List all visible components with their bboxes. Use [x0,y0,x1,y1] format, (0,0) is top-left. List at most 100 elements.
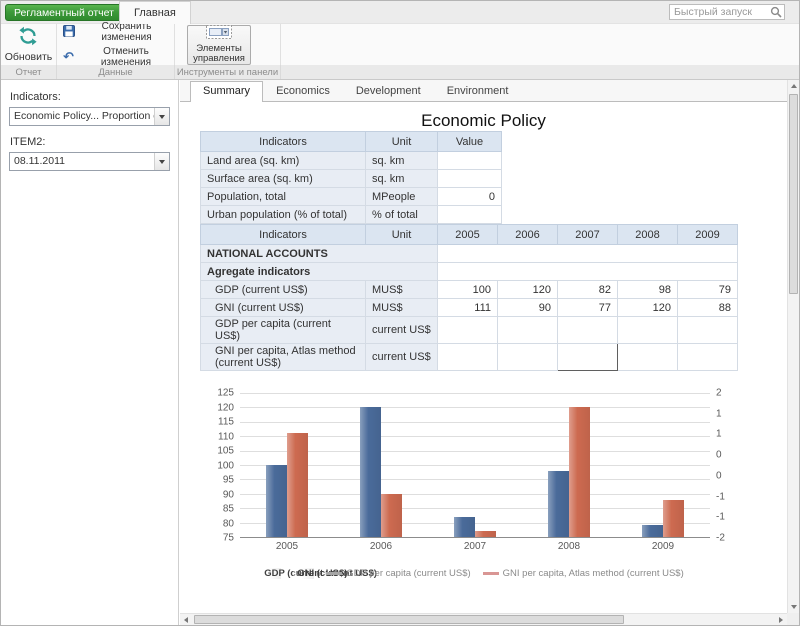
item2-dropdown[interactable]: 08.11.2011 [9,152,170,171]
table-row: Population, totalMPeople0 [201,188,502,206]
year-value-cell[interactable]: 120 [618,299,678,317]
column-header: 2005 [438,225,498,245]
chart-left-axis: 1251201151101051009590858075 [210,393,240,538]
year-value-cell[interactable]: 98 [618,281,678,299]
axis-tick-label: 125 [217,388,234,399]
indicators-dropdown-value: Economic Policy... Proportion of s... (1 [10,108,154,125]
bar [475,531,496,537]
tab-development[interactable]: Development [343,81,434,101]
indicators-dropdown-button[interactable] [154,108,169,125]
year-value-cell[interactable] [558,344,618,371]
axis-tick-label: -2 [716,533,725,544]
axis-tick-label: -1 [716,512,725,523]
scroll-right-button[interactable] [775,614,787,625]
chevron-down-icon [159,160,165,167]
axis-tick-label: 90 [223,489,234,500]
bar [548,471,569,537]
horizontal-scrollbar-thumb[interactable] [194,615,624,624]
table-row: GDP per capita (current US$)current US$ [201,317,738,344]
year-value-cell[interactable]: 82 [558,281,618,299]
report-menu-label: Регламентный отчет [14,7,114,19]
axis-tick-label: 0 [716,470,722,481]
axis-tick-label: 100 [217,460,234,471]
column-header: 2008 [618,225,678,245]
year-value-cell[interactable]: 120 [498,281,558,299]
bar [663,500,684,537]
year-value-cell[interactable]: 77 [558,299,618,317]
year-value-cell[interactable]: 100 [438,281,498,299]
header-row: IndicatorsUnitValue [201,132,502,152]
tab-summary[interactable]: Summary [190,81,263,102]
value-cell[interactable] [438,206,502,224]
bar [381,494,402,537]
search-input[interactable] [670,6,768,18]
vertical-scrollbar[interactable] [787,80,799,613]
column-header: 2006 [498,225,558,245]
axis-tick-label: 120 [217,402,234,413]
bar [454,517,475,537]
triangle-right-icon [779,617,786,623]
report-menu-button[interactable]: Регламентный отчет [5,4,135,21]
column-header: Indicators [201,132,366,152]
value-cell[interactable] [438,170,502,188]
legend-item: GNI per capita, Atlas method (current US… [483,568,684,579]
indicators-label: Indicators: [10,91,170,103]
table-row: GDP (current US$)MUS$100120829879 [201,281,738,299]
report-body: Economic Policy IndicatorsUnitValueLand … [180,102,787,613]
year-value-cell[interactable] [438,317,498,344]
tab-economics[interactable]: Economics [263,81,343,101]
axis-tick-label: 115 [218,417,234,428]
vertical-scrollbar-thumb[interactable] [789,94,798,294]
ribbon-tab-home[interactable]: Главная [119,1,191,24]
app-window: Регламентный отчет Главная [0,0,800,626]
controls-button[interactable]: Элементы управления [187,25,251,65]
legend-item: GDP (current US$) [260,568,281,579]
save-changes-button[interactable]: Сохранить изменения [63,21,174,43]
year-value-cell[interactable] [678,344,738,371]
indicators-dropdown[interactable]: Economic Policy... Proportion of s... (1 [9,107,170,126]
scroll-left-button[interactable] [180,614,192,625]
year-value-cell[interactable] [678,317,738,344]
scroll-up-button[interactable] [788,80,799,92]
year-value-cell[interactable]: 90 [498,299,558,317]
legend-line-icon [483,572,499,575]
ribbon-group-labels: Отчет Данные Инструменты и панели [1,65,799,80]
item2-dropdown-button[interactable] [154,153,169,170]
column-header: Indicators [201,225,366,245]
controls-icon [206,25,232,42]
item2-dropdown-value: 08.11.2011 [10,153,154,170]
save-changes-label: Сохранить изменения [79,21,174,43]
year-value-cell[interactable] [498,344,558,371]
page-title: Economic Policy [180,111,787,131]
bar [266,465,287,537]
horizontal-scrollbar[interactable] [180,613,787,625]
year-value-cell[interactable]: 111 [438,299,498,317]
year-value-cell[interactable] [498,317,558,344]
axis-tick-label: 80 [223,518,234,529]
triangle-up-icon [791,81,797,88]
refresh-button[interactable]: Обновить [5,26,53,63]
unit-cell: current US$ [366,317,438,344]
quick-search-box [669,4,785,20]
year-value-cell[interactable] [558,317,618,344]
scroll-down-button[interactable] [788,601,799,613]
value-cell[interactable]: 0 [438,188,502,206]
column-header: Unit [366,132,438,152]
value-cell[interactable] [438,152,502,170]
table-row: Land area (sq. km)sq. km [201,152,502,170]
tab-environment[interactable]: Environment [434,81,522,101]
chart-x-axis: 20052006200720082009 [240,538,710,552]
year-value-cell[interactable]: 79 [678,281,738,299]
section-fill-cell [438,263,738,281]
search-icon[interactable] [768,6,784,18]
year-value-cell[interactable] [618,344,678,371]
year-value-cell[interactable] [438,344,498,371]
year-value-cell[interactable] [618,317,678,344]
ribbon-group-report: Обновить [1,24,57,65]
year-value-cell[interactable]: 88 [678,299,738,317]
unit-cell: MPeople [366,188,438,206]
chart: 1251201151101051009590858075 21100-1-1-2… [210,393,734,579]
title-bar: Регламентный отчет Главная [1,1,799,23]
axis-tick-label: 1 [716,429,722,440]
report-pane: SummaryEconomicsDevelopmentEnvironment E… [180,80,799,625]
